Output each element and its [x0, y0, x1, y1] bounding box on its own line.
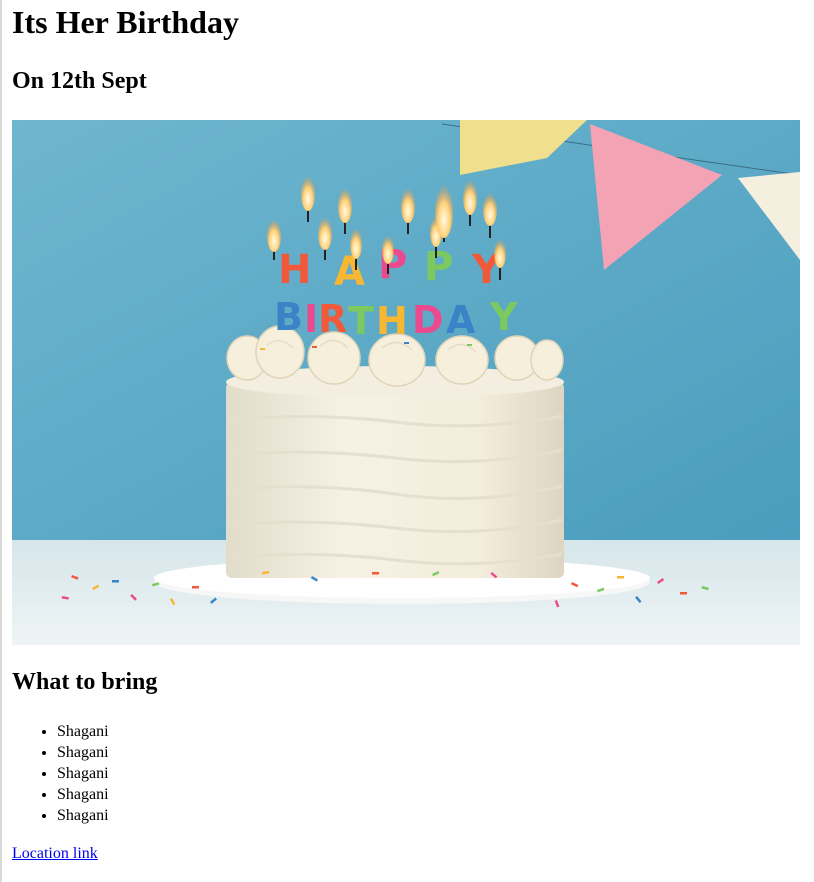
- svg-text:Y: Y: [489, 295, 518, 339]
- window-edge: [0, 0, 2, 882]
- svg-text:T: T: [348, 299, 374, 343]
- svg-text:R: R: [318, 297, 347, 341]
- list-item: Shagani: [57, 742, 109, 763]
- section-heading-what-to-bring: What to bring: [12, 669, 158, 695]
- svg-text:H: H: [278, 247, 311, 293]
- svg-text:P: P: [424, 244, 453, 290]
- list-item: Shagani: [57, 721, 109, 742]
- svg-text:I: I: [304, 297, 318, 341]
- svg-text:D: D: [412, 298, 444, 342]
- list-item: Shagani: [57, 763, 109, 784]
- page-title: Its Her Birthday: [12, 4, 239, 40]
- svg-text:A: A: [446, 298, 476, 342]
- svg-text:H: H: [376, 299, 408, 343]
- bring-list: Shagani Shagani Shagani Shagani Shagani: [12, 721, 109, 826]
- svg-text:A: A: [334, 249, 365, 295]
- birthday-cake-image: H A P P Y B I R T H D A Y: [12, 120, 800, 645]
- list-item: Shagani: [57, 784, 109, 805]
- list-item: Shagani: [57, 805, 109, 826]
- event-date: On 12th Sept: [12, 68, 147, 94]
- location-link[interactable]: Location link: [12, 843, 98, 864]
- svg-text:B: B: [274, 295, 303, 339]
